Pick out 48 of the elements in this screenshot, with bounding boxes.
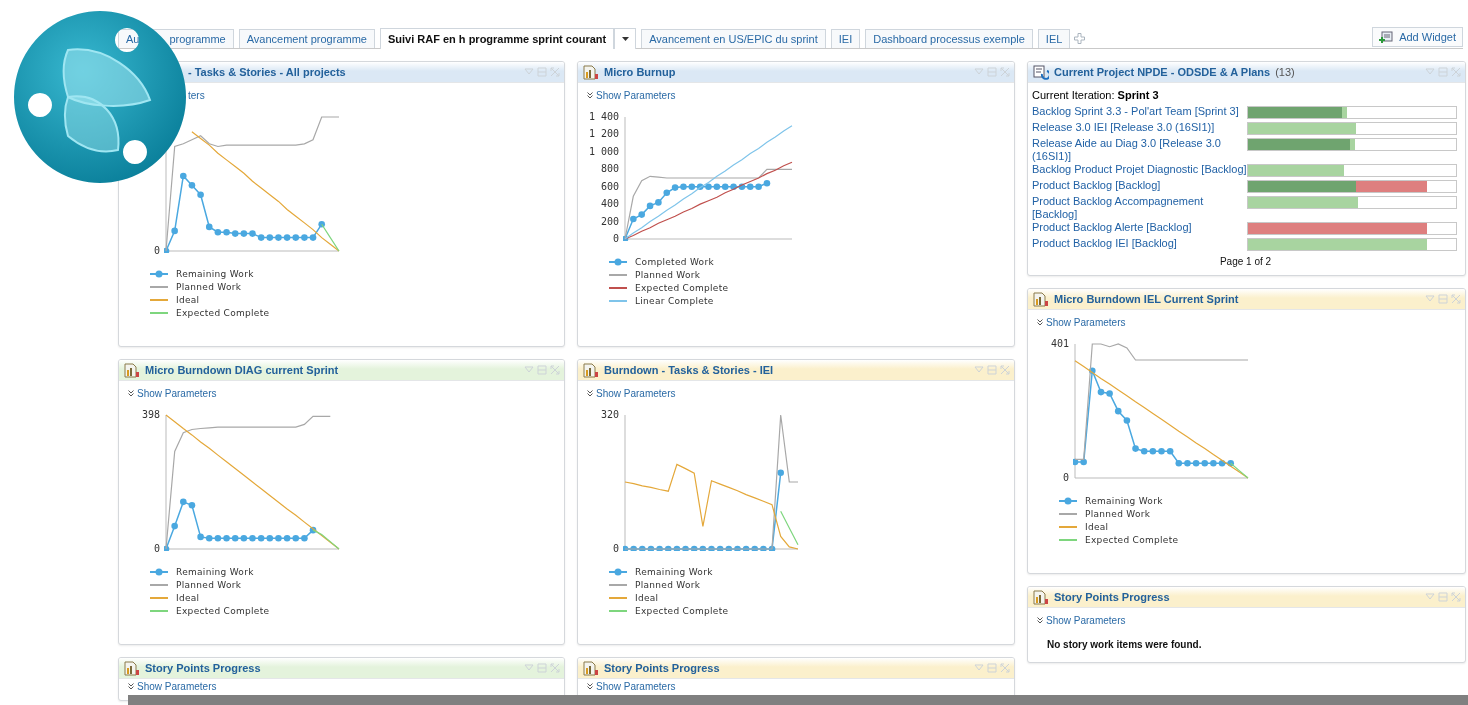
widget-title: Micro Burnup bbox=[604, 66, 676, 78]
legend-label: Remaining Work bbox=[1085, 496, 1163, 506]
legend-label: Planned Work bbox=[176, 580, 242, 590]
legend-label: Expected Complete bbox=[176, 606, 270, 616]
legend-label: Planned Work bbox=[635, 580, 701, 590]
legend-label: Expected Complete bbox=[176, 308, 270, 318]
axis-label: 398 bbox=[141, 409, 160, 421]
legend-label: Ideal bbox=[635, 593, 659, 603]
axis-label: 0 bbox=[612, 233, 619, 245]
legend-label: Remaining Work bbox=[635, 567, 713, 577]
legend-label: Remaining Work bbox=[176, 269, 254, 279]
axis-label: 0 bbox=[153, 543, 160, 555]
empty-message: No story work items were found. bbox=[1047, 639, 1203, 650]
widget-title: Story Points Progress bbox=[1054, 591, 1170, 603]
widget-title: Micro Burndown IEL Current Sprint bbox=[1054, 293, 1239, 305]
axis-label: 1 200 bbox=[588, 128, 619, 141]
axis-label: 0 bbox=[153, 245, 160, 257]
legend-label: Ideal bbox=[176, 593, 200, 603]
widget-title: Burndown - Tasks & Stories - IEI bbox=[604, 364, 774, 376]
legend-label: Ideal bbox=[176, 295, 200, 305]
widget-title: - Tasks & Stories - All projects bbox=[188, 66, 346, 78]
axis-label: 1 400 bbox=[588, 111, 619, 123]
legend-label: Planned Work bbox=[1085, 509, 1151, 519]
legend-label: Planned Work bbox=[176, 282, 242, 292]
widget-title: Story Points Progress bbox=[145, 662, 261, 674]
axis-label: 320 bbox=[600, 409, 619, 421]
axis-label: 400 bbox=[600, 198, 619, 211]
legend-label: Expected Complete bbox=[635, 606, 729, 616]
legend-label: Completed Work bbox=[635, 257, 714, 267]
axis-label: 600 bbox=[600, 180, 619, 193]
axis-label: 0 bbox=[612, 543, 619, 555]
legend-label: Expected Complete bbox=[1085, 535, 1179, 545]
widget-title: Story Points Progress bbox=[604, 662, 720, 674]
axis-label: 800 bbox=[600, 163, 619, 176]
current-iteration: Current Iteration: Sprint 3 bbox=[1032, 89, 1160, 101]
axis-label: 401 bbox=[1050, 338, 1069, 350]
legend-label: Remaining Work bbox=[176, 567, 254, 577]
legend-label: Expected Complete bbox=[635, 283, 729, 293]
axis-label: 1 000 bbox=[588, 145, 619, 158]
page-indicator: Page 1 of 2 bbox=[1218, 256, 1273, 267]
legend-label: Planned Work bbox=[635, 270, 701, 280]
axis-label: 200 bbox=[600, 215, 619, 228]
widget-title: Micro Burndown DIAG current Sprint bbox=[145, 364, 339, 376]
legend-label: Ideal bbox=[1085, 522, 1109, 532]
widget-title: Current Project NPDE - ODSDE & A Plans bbox=[1054, 66, 1271, 78]
item-count: (13) bbox=[1275, 66, 1295, 78]
legend-label: Linear Complete bbox=[635, 296, 714, 306]
axis-label: 0 bbox=[1062, 472, 1069, 484]
